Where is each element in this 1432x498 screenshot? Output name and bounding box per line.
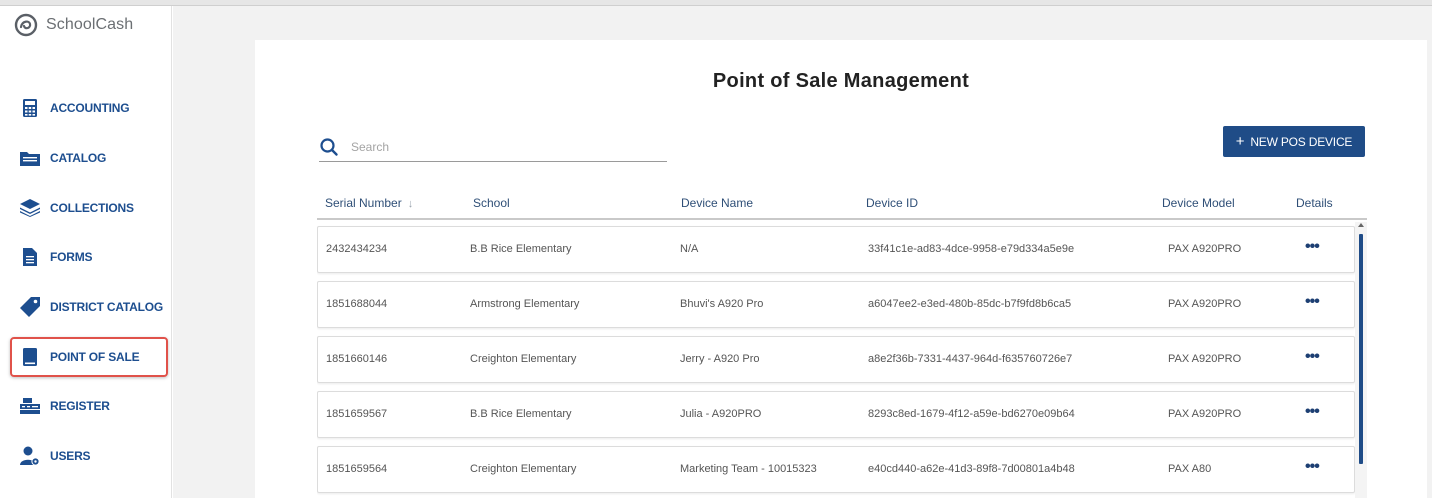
sidebar-item-label: USERS	[50, 449, 91, 463]
search-input[interactable]	[351, 139, 651, 154]
cell-device-model: PAX A920PRO	[1168, 243, 1242, 255]
calculator-icon	[20, 98, 40, 118]
table-scrollbar[interactable]	[1355, 222, 1367, 498]
cell-device-name: Marketing Team - 10015323	[680, 463, 817, 475]
column-header-device-id[interactable]: Device ID	[866, 196, 918, 210]
cell-school: Armstrong Elementary	[470, 298, 580, 310]
more-options-icon[interactable]: •••	[1305, 348, 1320, 366]
column-header-serial-number[interactable]: Serial Number ↓	[325, 196, 413, 210]
cell-device-name: Jerry - A920 Pro	[680, 353, 760, 365]
cell-school: B.B Rice Elementary	[470, 408, 572, 420]
content-card: Point of Sale Management + NEW POS DEVIC…	[255, 40, 1427, 498]
sidebar-item-label: ACCOUNTING	[50, 101, 130, 115]
table-body: 2432434234 B.B Rice Elementary N/A 33f41…	[317, 222, 1367, 498]
register-icon	[20, 396, 40, 416]
sort-down-arrow-icon[interactable]: ↓	[408, 198, 414, 210]
cell-device-model: PAX A920PRO	[1168, 353, 1242, 365]
sidebar-item-label: POINT OF SALE	[50, 350, 140, 364]
layers-icon	[20, 198, 40, 218]
sidebar-item-label: DISTRICT CATALOG	[50, 300, 164, 314]
new-pos-device-button[interactable]: + NEW POS DEVICE	[1223, 126, 1365, 157]
cell-device-name: N/A	[680, 243, 699, 255]
table-row[interactable]: 2432434234 B.B Rice Elementary N/A 33f41…	[317, 226, 1355, 273]
new-pos-device-label: NEW POS DEVICE	[1250, 134, 1353, 149]
scrollbar-thumb[interactable]	[1359, 234, 1363, 464]
column-header-label: Serial Number	[325, 196, 402, 210]
cell-device-model: PAX A920PRO	[1168, 298, 1242, 310]
cell-device-id: 8293c8ed-1679-4f12-a59e-bd6270e09b64	[868, 408, 1075, 420]
sidebar-item-register[interactable]: REGISTER	[10, 386, 168, 426]
table-row[interactable]: 1851659567 B.B Rice Elementary Julia - A…	[317, 391, 1355, 438]
sidebar-item-forms[interactable]: FORMS	[10, 237, 168, 277]
column-header-device-name[interactable]: Device Name	[681, 196, 753, 210]
cell-serial-number: 1851659567	[326, 408, 388, 420]
table-row[interactable]: 1851688044 Armstrong Elementary Bhuvi's …	[317, 281, 1355, 328]
cell-school: B.B Rice Elementary	[470, 243, 572, 255]
more-options-icon[interactable]: •••	[1305, 238, 1320, 256]
sidebar-item-label: FORMS	[50, 250, 93, 264]
cell-serial-number: 1851659564	[326, 463, 388, 475]
column-header-device-model[interactable]: Device Model	[1162, 196, 1235, 210]
sidebar-item-point-of-sale[interactable]: POINT OF SALE	[10, 337, 168, 377]
column-header-school[interactable]: School	[473, 196, 510, 210]
tag-icon	[20, 297, 40, 317]
table-row[interactable]: 1851659564 Creighton Elementary Marketin…	[317, 446, 1355, 493]
cell-school: Creighton Elementary	[470, 353, 577, 365]
table-row[interactable]: 1851660146 Creighton Elementary Jerry - …	[317, 336, 1355, 383]
cell-device-name: Julia - A920PRO	[680, 408, 762, 420]
column-header-details: Details	[1296, 196, 1333, 210]
search-icon[interactable]	[319, 137, 339, 157]
sidebar-item-collections[interactable]: COLLECTIONS	[10, 188, 168, 228]
sidebar-item-label: COLLECTIONS	[50, 201, 134, 215]
schoolcash-logo-icon	[14, 13, 38, 37]
document-icon	[20, 247, 40, 267]
tablet-icon	[20, 347, 40, 367]
sidebar-item-users[interactable]: USERS	[10, 436, 168, 476]
brand-logo[interactable]: SchoolCash	[14, 12, 133, 38]
cell-device-name: Bhuvi's A920 Pro	[680, 298, 764, 310]
more-options-icon[interactable]: •••	[1305, 293, 1320, 311]
sidebar: SchoolCash ACCOUNTING CATALOG COLLECTION…	[0, 6, 172, 498]
more-options-icon[interactable]: •••	[1305, 458, 1320, 476]
sidebar-item-catalog[interactable]: CATALOG	[10, 138, 168, 178]
scroll-up-arrow-icon[interactable]	[1358, 223, 1364, 227]
cell-device-id: e40cd440-a62e-41d3-89f8-7d00801a4b48	[868, 463, 1075, 475]
cell-serial-number: 1851688044	[326, 298, 388, 310]
table-header: Serial Number ↓ School Device Name Device…	[317, 192, 1367, 220]
page-title: Point of Sale Management	[712, 70, 970, 92]
sidebar-item-accounting[interactable]: ACCOUNTING	[10, 88, 168, 128]
folder-icon	[20, 148, 40, 168]
cell-school: Creighton Elementary	[470, 463, 577, 475]
cell-device-id: a8e2f36b-7331-4437-964d-f635760726e7	[868, 353, 1073, 365]
plus-icon: +	[1235, 133, 1245, 150]
sidebar-item-label: REGISTER	[50, 399, 110, 413]
cell-device-id: 33f41c1e-ad83-4dce-9958-e79d334a5e9e	[868, 243, 1075, 255]
sidebar-item-label: CATALOG	[50, 151, 107, 165]
brand-name: SchoolCash	[46, 16, 134, 33]
cell-device-model: PAX A920PRO	[1168, 408, 1242, 420]
cell-serial-number: 1851660146	[326, 353, 388, 365]
main-area: Point of Sale Management + NEW POS DEVIC…	[173, 6, 1432, 498]
user-gear-icon	[20, 446, 40, 466]
sidebar-item-district-catalog[interactable]: DISTRICT CATALOG	[10, 287, 168, 327]
cell-serial-number: 2432434234	[326, 243, 388, 255]
search-bar	[319, 132, 667, 162]
more-options-icon[interactable]: •••	[1305, 403, 1320, 421]
cell-device-model: PAX A80	[1168, 463, 1212, 475]
cell-device-id: a6047ee2-e3ed-480b-85dc-b7f9fd8b6ca5	[868, 298, 1072, 310]
